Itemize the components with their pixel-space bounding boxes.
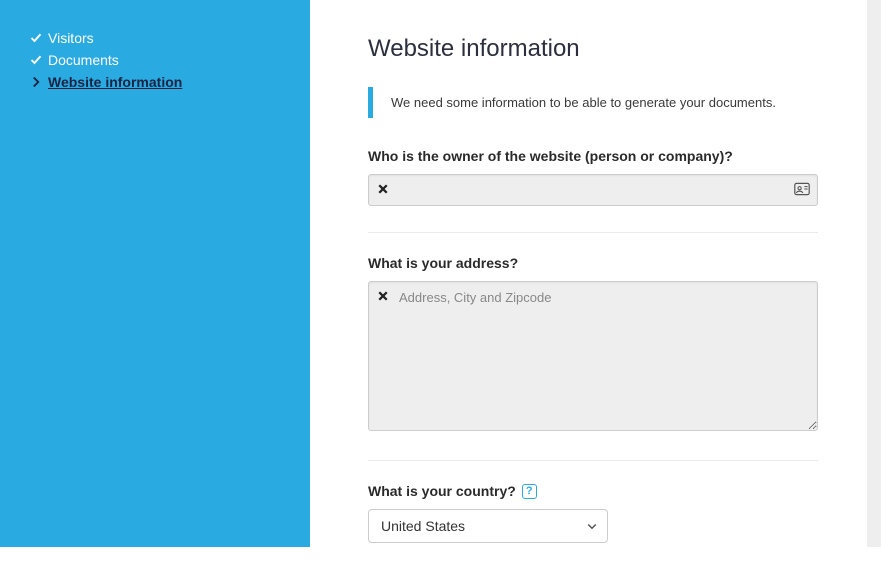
main-content: Website information We need some informa… [310, 0, 881, 547]
country-label: What is your country? [368, 483, 516, 499]
form-block-owner: Who is the owner of the website (person … [368, 148, 818, 233]
country-select[interactable]: United States [368, 509, 608, 543]
id-card-icon[interactable] [794, 182, 810, 196]
clear-icon[interactable] [376, 289, 390, 303]
check-icon [30, 54, 42, 66]
address-input[interactable] [368, 281, 818, 431]
sidebar-item-label: Documents [48, 52, 119, 68]
chevron-right-icon [30, 76, 42, 88]
sidebar-item-visitors[interactable]: Visitors [30, 30, 280, 46]
sidebar: Visitors Documents Website information [0, 0, 310, 547]
check-icon [30, 32, 42, 44]
help-icon[interactable]: ? [522, 484, 537, 499]
owner-input[interactable] [368, 174, 818, 206]
address-label: What is your address? [368, 255, 818, 271]
form-block-country: What is your country? ? United States [368, 483, 818, 569]
clear-icon[interactable] [376, 182, 390, 196]
sidebar-item-documents[interactable]: Documents [30, 52, 280, 68]
page-title: Website information [368, 35, 818, 63]
owner-label: Who is the owner of the website (person … [368, 148, 818, 164]
form-block-address: What is your address? [368, 255, 818, 461]
sidebar-item-website-information[interactable]: Website information [30, 74, 280, 90]
sidebar-item-label: Visitors [48, 30, 94, 46]
callout-text: We need some information to be able to g… [391, 95, 776, 110]
sidebar-item-label: Website information [48, 74, 182, 90]
callout: We need some information to be able to g… [368, 87, 818, 118]
